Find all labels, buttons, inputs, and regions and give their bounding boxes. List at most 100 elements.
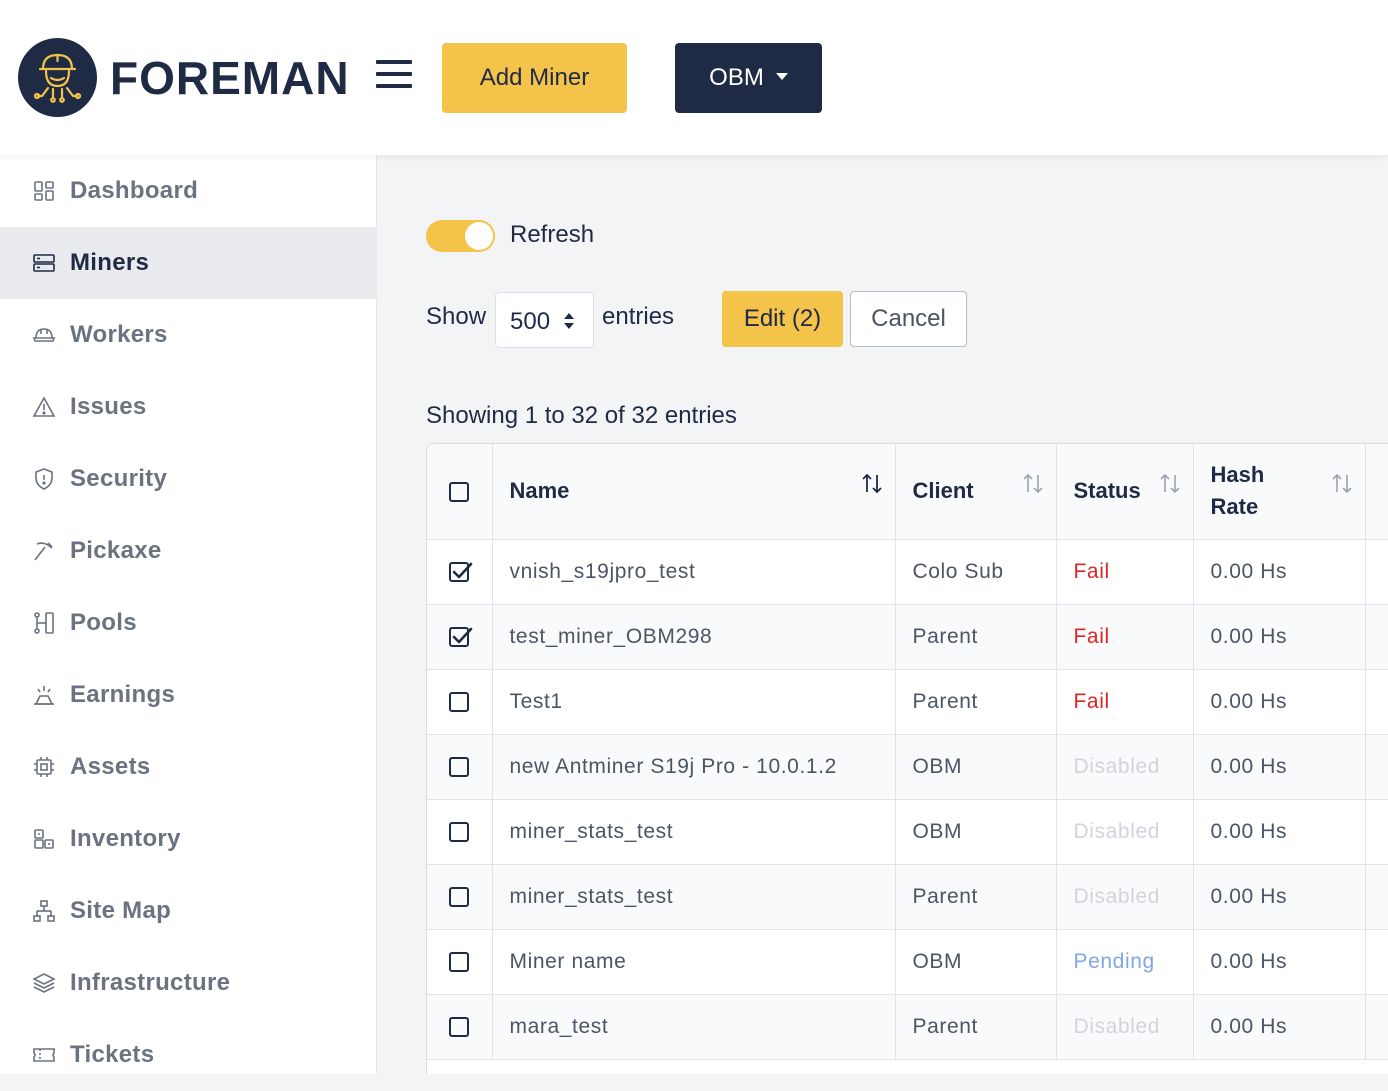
sidebar-item-label: Dashboard <box>70 177 199 204</box>
column-header-truncated <box>1365 444 1388 540</box>
cell-name: miner_stats_test <box>492 799 896 865</box>
row-checkbox-cell <box>427 929 493 995</box>
cell-client: Parent <box>895 669 1057 735</box>
row-checkbox[interactable] <box>449 561 473 582</box>
sidebar-item-inventory[interactable]: Inventory <box>0 803 377 875</box>
table-row[interactable]: Miner name OBM Pending 0.00 Hs <box>427 929 1388 995</box>
sort-icon[interactable] <box>1022 472 1044 496</box>
org-selector-button[interactable]: OBM <box>675 43 822 113</box>
sidebar-item-label: Pickaxe <box>70 537 162 564</box>
table-row[interactable]: test_miner_OBM298 Parent Fail 0.00 Hs <box>427 604 1388 670</box>
table-row[interactable]: Test1 Parent Fail 0.00 Hs <box>427 669 1388 735</box>
shield-icon <box>31 466 57 492</box>
show-label: Show <box>426 303 487 330</box>
row-checkbox[interactable] <box>449 1016 470 1037</box>
table-row[interactable]: mara_test Parent Disabled 0.00 Hs <box>427 994 1388 1060</box>
refresh-label: Refresh <box>510 221 595 248</box>
cell-name: new Antminer S19j Pro - 10.0.1.2 <box>492 734 896 800</box>
row-checkbox[interactable] <box>449 691 470 712</box>
cell-name: vnish_s19jpro_test <box>492 539 896 605</box>
row-checkbox[interactable] <box>449 821 470 842</box>
add-miner-button[interactable]: Add Miner <box>442 43 627 113</box>
column-header-client[interactable]: Client <box>895 444 1057 540</box>
row-checkbox-cell <box>427 734 493 800</box>
pickaxe-icon <box>31 538 57 564</box>
checkmark-icon <box>452 562 473 579</box>
edit-selected-button[interactable]: Edit (2) <box>722 291 843 347</box>
dashboard-icon <box>31 178 57 204</box>
pools-icon <box>31 610 57 636</box>
cell-client: OBM <box>895 799 1057 865</box>
table-row[interactable]: new Antminer S19j Pro - 10.0.1.2 OBM Disab… <box>427 734 1388 800</box>
column-header-name[interactable]: Name <box>492 444 896 540</box>
column-header-status[interactable]: Status <box>1056 444 1194 540</box>
caret-down-icon <box>775 73 788 81</box>
refresh-toggle[interactable] <box>426 220 495 252</box>
sidebar-item-label: Assets <box>70 753 151 780</box>
cell-client: Parent <box>895 994 1057 1060</box>
cell-hash-rate: 0.00 Hs <box>1193 669 1366 735</box>
sort-icon[interactable] <box>1331 472 1353 496</box>
row-checkbox[interactable] <box>449 756 470 777</box>
sidebar-item-issues[interactable]: Issues <box>0 371 377 443</box>
cell-client: Colo Sub <box>895 539 1057 605</box>
cell-name: test_miner_OBM298 <box>492 604 896 670</box>
cell-status: Pending <box>1056 929 1194 995</box>
column-header-label: Hash Rate <box>1210 462 1265 520</box>
row-checkbox-cell <box>427 604 493 670</box>
brand-name: FOREMAN <box>110 52 350 104</box>
sidebar-item-pickaxe[interactable]: Pickaxe <box>0 515 377 587</box>
column-header-hash-rate[interactable]: Hash Rate <box>1193 444 1366 540</box>
table-row[interactable]: miner_stats_test Parent Disabled 0.00 Hs <box>427 864 1388 930</box>
foreman-logo-icon[interactable] <box>18 38 97 117</box>
row-checkbox-cell <box>427 864 493 930</box>
sidebar-item-label: Workers <box>70 321 168 348</box>
checkmark-icon <box>452 627 473 644</box>
cell-name: Test1 <box>492 669 896 735</box>
warning-icon <box>31 394 57 420</box>
cell-status: Fail <box>1056 604 1194 670</box>
sitemap-icon <box>31 898 57 924</box>
sidebar-item-infrastructure[interactable]: Infrastructure <box>0 947 377 1019</box>
sort-icon[interactable] <box>861 472 883 496</box>
top-header: FOREMAN Add Miner OBM <box>0 0 1388 155</box>
layers-icon <box>31 970 57 996</box>
cell-status: Disabled <box>1056 864 1194 930</box>
ticket-icon <box>31 1042 57 1068</box>
cell-hash-rate: 0.00 Hs <box>1193 734 1366 800</box>
select-all-checkbox[interactable] <box>449 482 470 503</box>
cell-truncated <box>1365 734 1388 800</box>
cancel-button[interactable]: Cancel <box>850 291 967 347</box>
inventory-icon <box>31 826 57 852</box>
entries-info: Showing 1 to 32 of 32 entries <box>426 402 737 429</box>
table-row[interactable]: miner_stats_test OBM Disabled 0.00 Hs <box>427 799 1388 865</box>
table-row[interactable]: vnish_s19jpro_test Colo Sub Fail 0.00 Hs <box>427 539 1388 605</box>
cell-truncated <box>1365 994 1388 1060</box>
sidebar-item-miners[interactable]: Miners <box>0 227 377 299</box>
sidebar-item-site-map[interactable]: Site Map <box>0 875 377 947</box>
sidebar-item-assets[interactable]: Assets <box>0 731 377 803</box>
row-checkbox[interactable] <box>449 626 473 647</box>
cell-truncated <box>1365 604 1388 670</box>
cell-truncated <box>1365 864 1388 930</box>
sidebar-item-label: Inventory <box>70 825 181 852</box>
cell-hash-rate: 0.00 Hs <box>1193 864 1366 930</box>
cell-name: Miner name <box>492 929 896 995</box>
sidebar-item-pools[interactable]: Pools <box>0 587 377 659</box>
column-header-label: Client <box>912 478 974 504</box>
sidebar-item-workers[interactable]: Workers <box>0 299 377 371</box>
sidebar-item-security[interactable]: Security <box>0 443 377 515</box>
sort-icon[interactable] <box>1159 472 1181 496</box>
sidebar-item-dashboard[interactable]: Dashboard <box>0 155 377 227</box>
row-checkbox[interactable] <box>449 951 470 972</box>
column-header-label: Status <box>1073 478 1141 504</box>
sidebar-item-label: Tickets <box>70 1041 155 1068</box>
cell-truncated <box>1365 669 1388 735</box>
cell-truncated <box>1365 929 1388 995</box>
row-checkbox[interactable] <box>449 886 470 907</box>
entries-select[interactable]: 500 <box>495 292 594 348</box>
sidebar-item-earnings[interactable]: Earnings <box>0 659 377 731</box>
cell-hash-rate: 0.00 Hs <box>1193 994 1366 1060</box>
sidebar-item-tickets[interactable]: Tickets <box>0 1019 377 1091</box>
hamburger-menu-icon[interactable] <box>376 60 412 90</box>
